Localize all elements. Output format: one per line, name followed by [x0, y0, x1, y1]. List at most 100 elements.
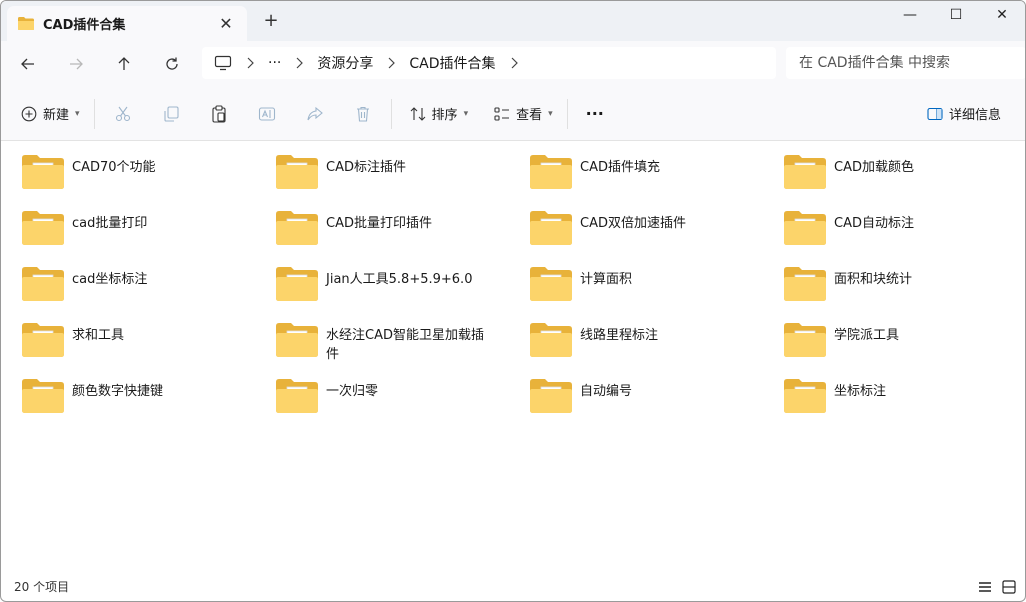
details-view-icon	[979, 582, 991, 592]
tab-close-icon[interactable]: ✕	[215, 14, 237, 33]
folder-icon	[783, 322, 827, 358]
maximize-button[interactable]: ☐	[933, 1, 979, 29]
folder-name: CAD批量打印插件	[326, 216, 432, 231]
tab-active[interactable]: CAD插件合集 ✕	[7, 6, 247, 41]
arrow-right-icon	[70, 58, 83, 70]
status-bar: 20 个项目	[1, 571, 1025, 601]
folder-icon	[275, 154, 319, 190]
folder-name: 颜色数字快捷键	[72, 384, 164, 399]
command-bar: 新建 ▾ 排序 ▾ 查看 ▾ ··· 详细信息	[1, 87, 1025, 141]
folder-item[interactable]: 自动编号	[509, 366, 749, 418]
breadcrumb-item[interactable]: 资源分享	[317, 53, 373, 73]
folder-item[interactable]: 颜色数字快捷键	[1, 366, 241, 418]
new-tab-button[interactable]: +	[259, 10, 283, 34]
folder-name: 计算面积	[580, 272, 633, 287]
layout-toggle	[977, 579, 1017, 595]
folder-item[interactable]: CAD自动标注	[763, 198, 1003, 250]
folder-item[interactable]: cad批量打印	[1, 198, 241, 250]
breadcrumb-item[interactable]: CAD插件合集	[409, 53, 495, 73]
rename-button[interactable]	[243, 94, 291, 134]
copy-icon	[163, 105, 179, 122]
folder-item[interactable]: 面积和块统计	[763, 254, 1003, 306]
folder-icon	[529, 154, 573, 190]
chevron-right-icon[interactable]	[510, 57, 518, 69]
sort-button[interactable]: 排序 ▾	[396, 94, 479, 134]
folder-name: 面积和块统计	[834, 272, 913, 287]
details-view-button[interactable]	[977, 579, 993, 595]
folder-item[interactable]: CAD加载颜色	[763, 142, 1003, 194]
folder-item[interactable]: CAD插件填充	[509, 142, 749, 194]
folder-item[interactable]: 学院派工具	[763, 310, 1003, 362]
share-button[interactable]	[291, 94, 339, 134]
address-bar[interactable]: ··· 资源分享 CAD插件合集	[202, 47, 776, 79]
divider	[390, 98, 392, 129]
chevron-right-icon	[295, 57, 304, 69]
folder-icon	[275, 322, 319, 358]
chevron-down-icon: ▾	[548, 108, 553, 119]
folder-item[interactable]: 一次归零	[255, 366, 495, 418]
folder-item[interactable]: CAD70个功能	[1, 142, 241, 194]
folder-name: CAD标注插件	[326, 160, 406, 175]
up-button[interactable]	[100, 44, 148, 84]
minimize-button[interactable]: —	[887, 1, 933, 29]
forward-button[interactable]	[52, 44, 100, 84]
folder-name: 坐标标注	[834, 384, 887, 399]
folder-item[interactable]: CAD批量打印插件	[255, 198, 495, 250]
folder-icon	[21, 154, 65, 190]
folder-icon	[275, 210, 319, 246]
sort-label: 排序	[431, 108, 458, 123]
search-box[interactable]	[786, 47, 1025, 79]
folder-item[interactable]: 计算面积	[509, 254, 749, 306]
refresh-button[interactable]	[148, 44, 196, 84]
folder-name: CAD自动标注	[834, 216, 914, 231]
clipboard-icon	[211, 104, 226, 123]
more-icon: ···	[585, 104, 604, 123]
folder-icon	[275, 378, 319, 414]
folder-icon	[275, 266, 319, 302]
folder-item[interactable]: 求和工具	[1, 310, 241, 362]
folder-icon	[21, 378, 65, 414]
file-explorer-window: CAD插件合集 ✕ + — ☐ ✕ ··· 资源分享 CAD插件合集 在 CAD…	[0, 0, 1026, 602]
new-button[interactable]: 新建 ▾	[1, 94, 90, 134]
tiles-view-icon	[1002, 580, 1016, 594]
cut-button[interactable]	[99, 94, 147, 134]
tab-title: CAD插件合集	[43, 18, 126, 33]
arrow-left-icon	[21, 58, 34, 70]
search-input[interactable]	[799, 55, 1025, 71]
details-pane-button[interactable]: 详细信息	[917, 94, 1011, 134]
folder-name: CAD双倍加速插件	[580, 216, 686, 231]
breadcrumb-more[interactable]: ···	[268, 55, 281, 71]
folder-name: 水经注CAD智能卫星加载插件	[326, 328, 484, 362]
details-pane-icon	[927, 107, 943, 120]
delete-button[interactable]	[339, 94, 387, 134]
more-options-button[interactable]: ···	[572, 94, 614, 134]
folder-name: CAD插件填充	[580, 160, 660, 175]
folder-item[interactable]: CAD标注插件	[255, 142, 495, 194]
chevron-down-icon: ▾	[463, 108, 469, 119]
details-label: 详细信息	[948, 108, 1001, 123]
chevron-down-icon: ▾	[75, 108, 80, 119]
arrow-up-icon	[118, 57, 130, 70]
computer-icon	[214, 55, 232, 71]
folder-name: CAD加载颜色	[834, 160, 914, 175]
view-button[interactable]: 查看 ▾	[478, 94, 563, 134]
folder-item[interactable]: cad坐标标注	[1, 254, 241, 306]
folder-item[interactable]: CAD双倍加速插件	[509, 198, 749, 250]
folder-item[interactable]: 水经注CAD智能卫星加载插件	[255, 310, 495, 362]
share-icon	[307, 106, 323, 120]
new-label: 新建	[43, 108, 70, 123]
back-button[interactable]	[4, 44, 52, 84]
folder-icon	[783, 210, 827, 246]
folder-icon	[783, 154, 827, 190]
divider	[566, 98, 568, 129]
folder-icon	[783, 266, 827, 302]
folder-item[interactable]: 坐标标注	[763, 366, 1003, 418]
copy-button[interactable]	[147, 94, 195, 134]
tiles-view-button[interactable]	[1001, 579, 1017, 595]
folder-icon	[21, 322, 65, 358]
chevron-right-icon	[387, 57, 396, 69]
folder-item[interactable]: 线路里程标注	[509, 310, 749, 362]
folder-item[interactable]: Jian人工具5.8+5.9+6.0	[255, 254, 495, 306]
close-window-button[interactable]: ✕	[979, 1, 1025, 29]
paste-button[interactable]	[195, 94, 243, 134]
